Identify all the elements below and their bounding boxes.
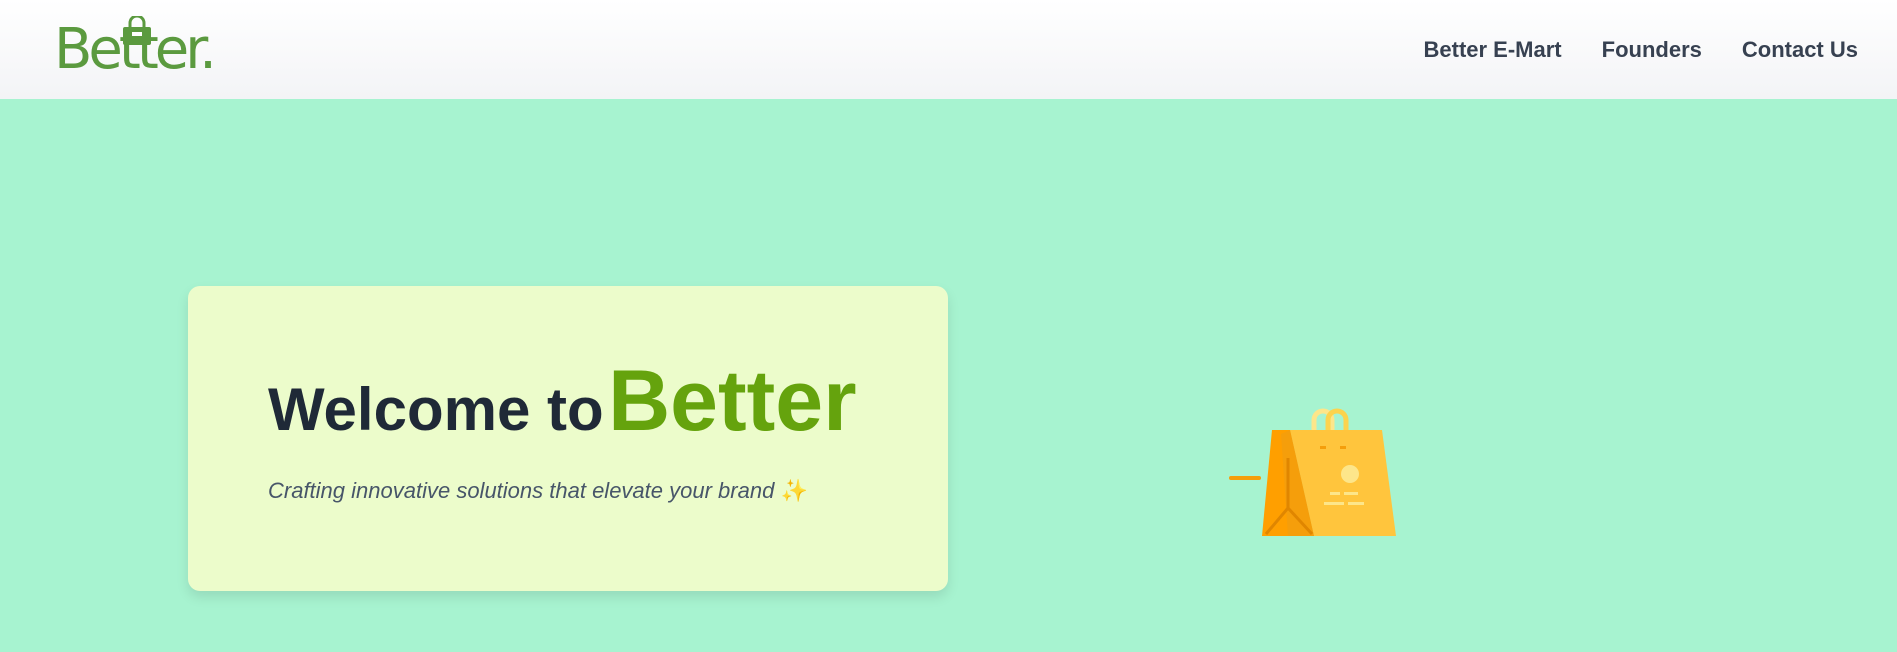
nav-link-contact-us[interactable]: Contact Us (1742, 37, 1858, 63)
welcome-card: Welcome to Better Crafting innovative so… (188, 286, 948, 591)
hero-tagline: Crafting innovative solutions that eleva… (268, 478, 808, 504)
tagline-text: Crafting innovative solutions that eleva… (268, 478, 775, 503)
top-navbar: Better. Better E-Mart Founders Contact U… (0, 0, 1897, 99)
main-nav: Better E-Mart Founders Contact Us (1424, 37, 1859, 63)
logo-bag-icon (123, 16, 151, 45)
nav-link-founders[interactable]: Founders (1602, 37, 1702, 63)
brand-logo[interactable]: Better. (54, 16, 217, 84)
shopping-bag-icon (1229, 408, 1396, 536)
headline-lead: Welcome to (268, 376, 604, 443)
sparkle-icon: ✨ (780, 478, 808, 503)
nav-link-better-emart[interactable]: Better E-Mart (1424, 37, 1562, 63)
headline-brand: Better (608, 353, 857, 449)
motion-line (1229, 476, 1261, 480)
hero-headline: Welcome to Better (268, 358, 857, 444)
